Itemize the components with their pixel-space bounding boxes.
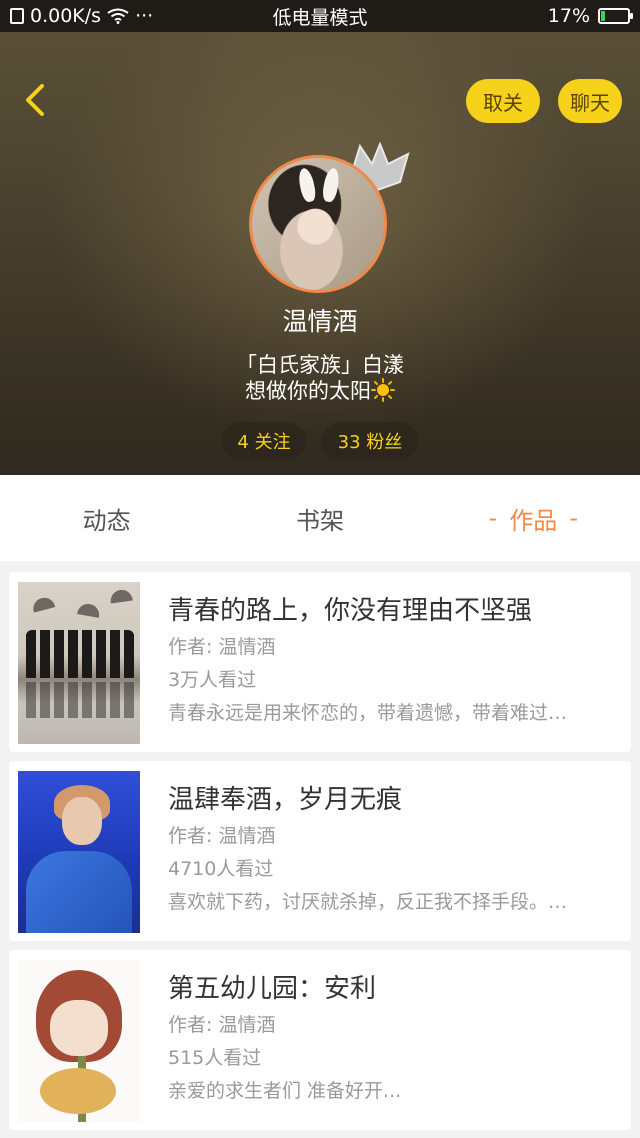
work-summary: 青春永远是用来怀恋的，带着遗憾，带着难过… [168, 702, 568, 724]
tab-works-label: 作品 [509, 506, 558, 535]
username: 温情酒 [282, 307, 358, 336]
work-title: 第五幼儿园：安利 [168, 974, 377, 1004]
work-title: 温肆奉酒，岁月无痕 [168, 785, 403, 815]
avatar[interactable] [249, 155, 387, 293]
bio-line-1: 「白氏家族」白漾 [236, 353, 404, 377]
battery-percent: 17% [547, 5, 590, 27]
fans-count[interactable]: 33 粉丝 [322, 422, 418, 460]
status-bar: 0.00K/s ··· 低电量模式 17% [0, 0, 640, 32]
work-card[interactable]: 第五幼儿园：安利 作者: 温情酒 515人看过 亲爱的求生者们 准备好开... [9, 950, 631, 1130]
tab-decor-left: - [488, 504, 498, 532]
wifi-icon [107, 8, 129, 24]
work-views: 515人看过 [168, 1047, 262, 1069]
straw-hat [40, 1068, 116, 1114]
work-author: 作者: 温情酒 [168, 1014, 276, 1036]
bio-line-2: 想做你的太阳 [245, 379, 371, 403]
tab-bookshelf[interactable]: 书架 [213, 475, 426, 561]
unfollow-button[interactable]: 取关 [466, 79, 540, 123]
work-cover [18, 960, 140, 1122]
work-cover [18, 582, 140, 744]
back-icon[interactable] [18, 82, 54, 118]
figure-face [50, 1000, 108, 1056]
bio: 「白氏家族」白漾 想做你的太阳 [0, 352, 640, 404]
work-title: 青春的路上，你没有理由不坚强 [168, 596, 533, 626]
umbrella-shape [109, 588, 133, 604]
umbrella-shape [77, 602, 101, 618]
umbrella-shape [30, 595, 56, 613]
battery-icon [598, 8, 633, 24]
figure-shirt [26, 851, 132, 933]
more-indicator: ··· [135, 5, 154, 27]
work-views: 4710人看过 [168, 858, 274, 880]
status-left: 0.00K/s ··· [10, 5, 153, 27]
following-count[interactable]: 4 关注 [222, 422, 306, 460]
work-author: 作者: 温情酒 [168, 636, 276, 658]
tab-works[interactable]: - 作品 - [427, 475, 640, 561]
reflection [26, 682, 134, 718]
net-speed: 0.00K/s [30, 5, 102, 27]
avatar-ear-right [321, 167, 341, 203]
work-card[interactable]: 温肆奉酒，岁月无痕 作者: 温情酒 4710人看过 喜欢就下药，讨厌就杀掉，反正… [9, 761, 631, 941]
avatar-ear-left [296, 166, 318, 204]
status-right: 17% [547, 5, 633, 27]
silhouette-group [26, 630, 134, 678]
bio-line-2-wrap: 想做你的太阳 [0, 378, 640, 404]
figure-face [62, 797, 102, 845]
tab-decor-right: - [569, 504, 578, 532]
tab-updates[interactable]: 动态 [0, 475, 213, 561]
chat-button[interactable]: 聊天 [558, 79, 622, 123]
profile-tabs: 动态 书架 - 作品 - [0, 475, 640, 561]
battery-level [601, 11, 605, 21]
work-cover [18, 771, 140, 933]
work-author: 作者: 温情酒 [168, 825, 276, 847]
work-summary: 亲爱的求生者们 准备好开... [168, 1080, 402, 1102]
work-card[interactable]: 青春的路上，你没有理由不坚强 作者: 温情酒 3万人看过 青春永远是用来怀恋的，… [9, 572, 631, 752]
sun-icon [371, 378, 395, 402]
sim-icon [10, 8, 24, 24]
profile-header: 取关 聊天 温情酒 「白氏家族」白漾 想做你的太阳 4 关注 33 粉丝 [0, 32, 640, 475]
work-views: 3万人看过 [168, 669, 257, 691]
work-summary: 喜欢就下药，讨厌就杀掉，反正我不择手段。… [168, 891, 568, 913]
